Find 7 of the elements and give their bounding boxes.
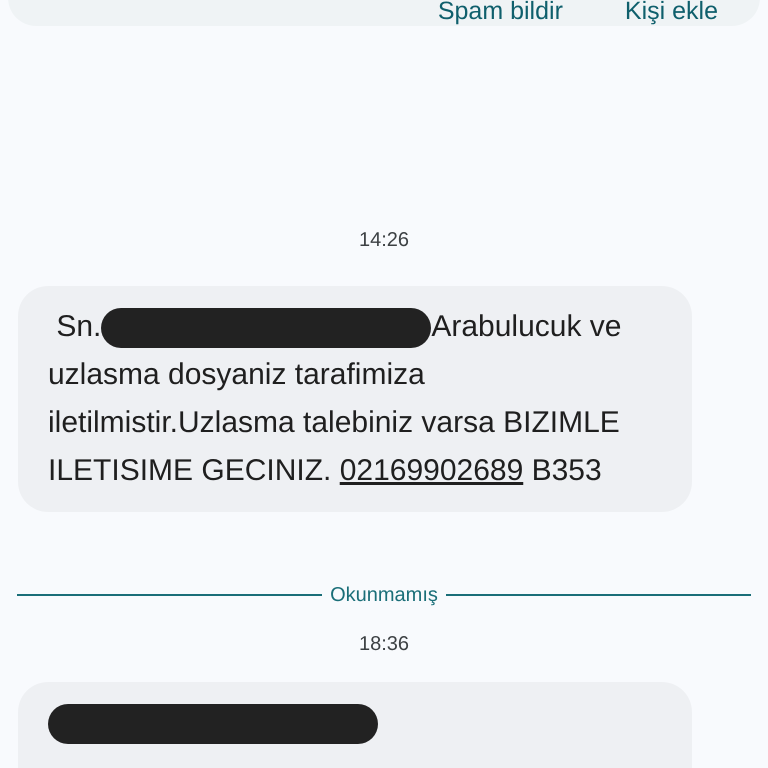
action-button[interactable]: Kişi ekle bbox=[624, 0, 718, 26]
message-time: 14:26 bbox=[358, 228, 410, 253]
message-text: Sn. Arabulucuk ve uzlasma dosyaniz tarafimiza iletilmistir.Uzlasma talebiniz varsa BIZIMLE ILETISIME GECINIZ. 02169902689 B353 bbox=[48, 307, 622, 489]
phone-link[interactable]: 02169902689 bbox=[340, 454, 524, 487]
unread-label: Okunmamış bbox=[330, 583, 438, 608]
action-button[interactable]: Spam bildir bbox=[438, 0, 563, 26]
message-time: 18:36 bbox=[358, 632, 410, 657]
